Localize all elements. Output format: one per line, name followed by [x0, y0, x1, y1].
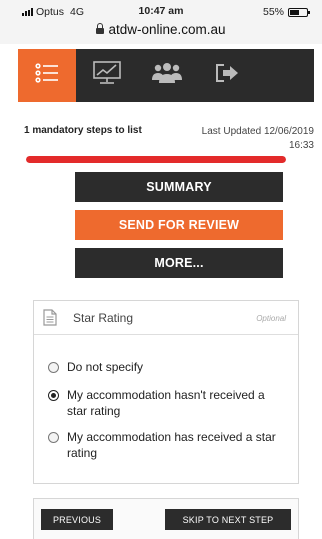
logout-icon — [215, 63, 239, 88]
option-label: My accommodation has received a star rat… — [67, 430, 276, 460]
lock-icon — [96, 23, 105, 34]
progress-fill — [26, 156, 286, 163]
skip-to-next-step-button[interactable]: SKIP TO NEXT STEP — [165, 509, 291, 530]
address-bar[interactable]: atdw-online.com.au — [0, 22, 322, 37]
battery-info: 55% — [262, 6, 310, 18]
nav-users[interactable] — [138, 49, 196, 102]
document-icon — [43, 309, 57, 331]
radio-button-selected[interactable] — [48, 390, 59, 401]
nav-menu[interactable] — [18, 49, 76, 102]
step-navigation: PREVIOUS SKIP TO NEXT STEP — [33, 498, 299, 539]
previous-button[interactable]: PREVIOUS — [41, 509, 113, 530]
send-for-review-button[interactable]: SEND FOR REVIEW — [75, 210, 283, 240]
last-updated-date: Last Updated 12/06/2019 — [201, 126, 314, 137]
option-label: My accommodation hasn't received a star … — [67, 388, 265, 418]
card-title: Star Rating — [73, 311, 134, 325]
last-updated: Last Updated 12/06/2019 16:33 — [202, 125, 314, 153]
option-received-rating[interactable]: My accommodation has received a star rat… — [48, 429, 283, 461]
more-button[interactable]: MORE... — [75, 248, 283, 278]
optional-label: Optional — [256, 314, 286, 323]
battery-icon — [288, 7, 310, 17]
url-text: atdw-online.com.au — [108, 22, 226, 37]
star-rating-card: Star Rating Optional Do not specify My a… — [33, 300, 299, 484]
radio-button[interactable] — [48, 362, 59, 373]
summary-button[interactable]: SUMMARY — [75, 172, 283, 202]
progress-bar — [26, 156, 286, 163]
status-bar: Optus 4G 10:47 am 55% atdw-online.com.au — [0, 0, 322, 44]
top-nav — [18, 49, 314, 102]
battery-percent: 55% — [262, 6, 284, 18]
users-icon — [152, 62, 182, 89]
monitor-chart-icon — [92, 61, 122, 90]
radio-button[interactable] — [48, 432, 59, 443]
last-updated-time: 16:33 — [288, 140, 314, 151]
menu-list-icon — [35, 63, 59, 88]
option-label: Do not specify — [67, 360, 144, 374]
phone-screen: Optus 4G 10:47 am 55% atdw-online.com.au — [0, 0, 322, 539]
nav-logout[interactable] — [198, 49, 256, 102]
nav-reports[interactable] — [78, 49, 136, 102]
option-not-received-rating[interactable]: My accommodation hasn't received a star … — [48, 387, 283, 419]
card-header: Star Rating Optional — [34, 301, 298, 335]
mandatory-steps-text: 1 mandatory steps to list — [24, 125, 142, 136]
option-do-not-specify[interactable]: Do not specify — [48, 359, 283, 375]
